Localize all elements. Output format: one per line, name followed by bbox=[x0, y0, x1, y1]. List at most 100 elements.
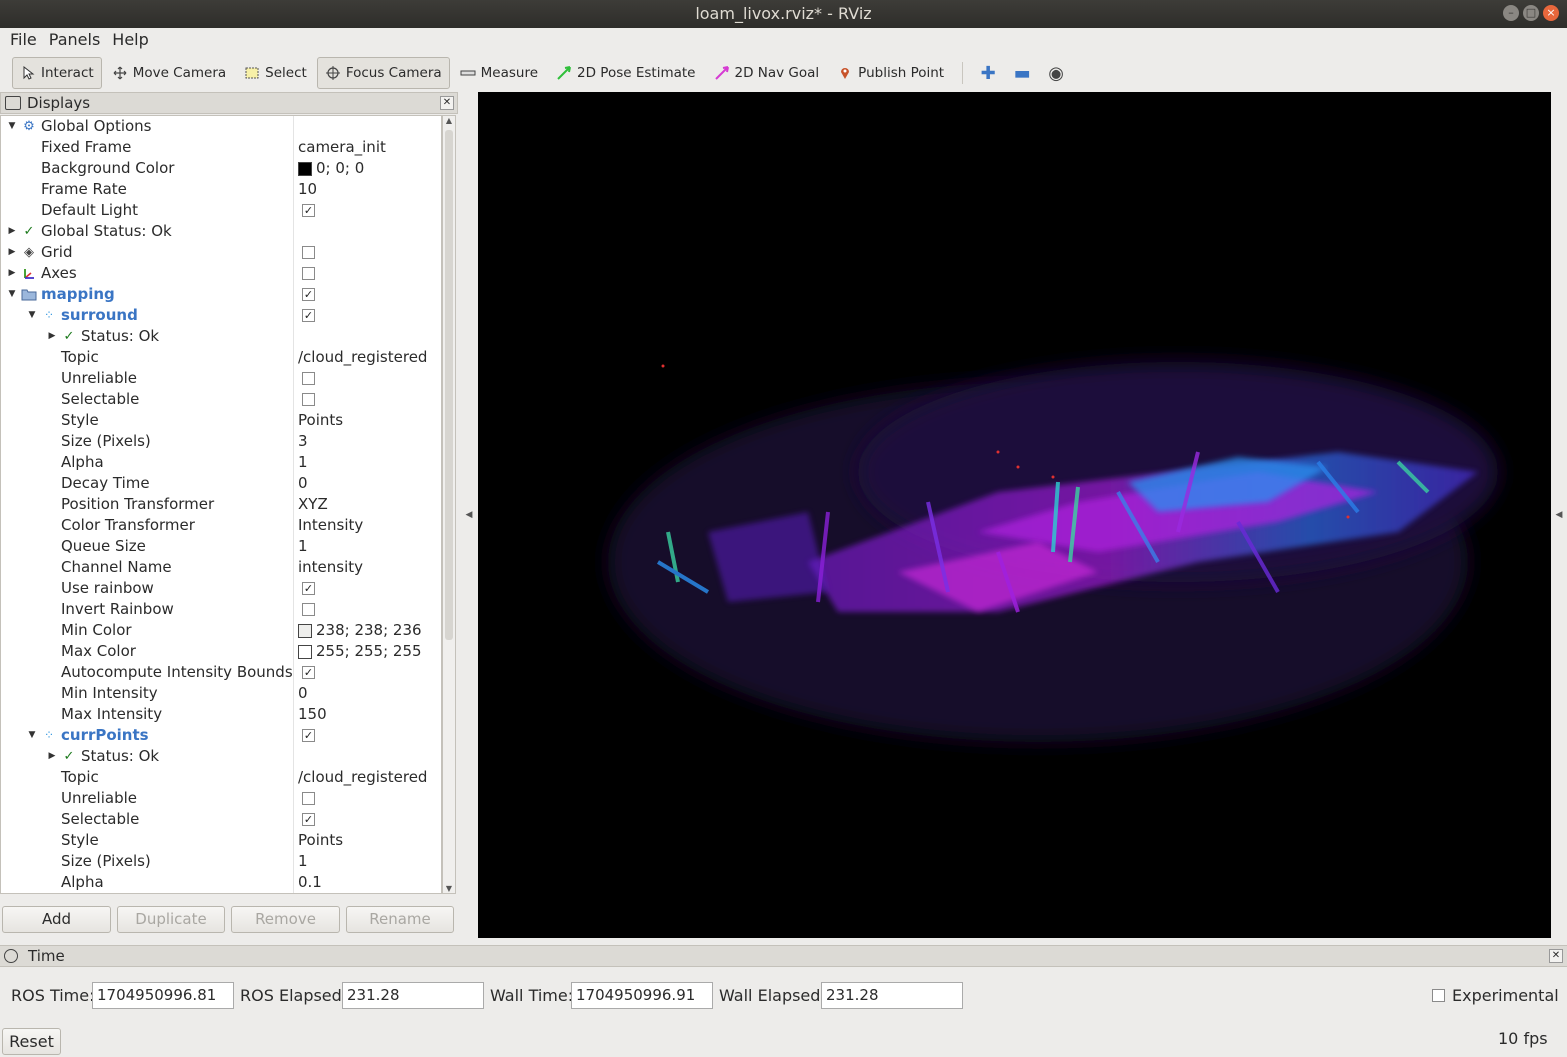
display-row-value[interactable]: ✓ bbox=[293, 662, 441, 683]
display-row-value[interactable]: /cloud_registered bbox=[293, 347, 441, 368]
display-row-value[interactable]: 1 bbox=[293, 452, 441, 473]
display-row-value[interactable]: Intensity bbox=[293, 515, 441, 536]
display-row-value[interactable]: ✓ bbox=[293, 200, 441, 221]
display-row-value[interactable]: intensity bbox=[293, 557, 441, 578]
display-row-value[interactable]: 10 bbox=[293, 179, 441, 200]
tool-2d-pose-estimate[interactable]: 2D Pose Estimate bbox=[548, 57, 703, 89]
checkbox[interactable] bbox=[302, 246, 315, 259]
reset-button[interactable]: Reset bbox=[2, 1028, 61, 1055]
close-icon[interactable]: ✕ bbox=[1549, 949, 1563, 963]
expand-down-icon[interactable]: ▼ bbox=[25, 725, 39, 746]
display-row-value[interactable] bbox=[293, 788, 441, 809]
display-row[interactable]: Size (Pixels) 1 bbox=[1, 851, 441, 872]
display-row-value[interactable]: 1 bbox=[293, 851, 441, 872]
display-row[interactable]: Position Transformer XYZ bbox=[1, 494, 441, 515]
tool-2d-nav-goal[interactable]: 2D Nav Goal bbox=[706, 57, 828, 89]
wall-elapsed-field[interactable]: 231.28 bbox=[821, 982, 963, 1009]
display-row-value[interactable]: 0 bbox=[293, 473, 441, 494]
color-swatch[interactable] bbox=[298, 644, 312, 659]
display-row[interactable]: Color Transformer Intensity bbox=[1, 515, 441, 536]
maximize-icon[interactable]: □ bbox=[1523, 5, 1539, 21]
display-row[interactable]: Unreliable bbox=[1, 788, 441, 809]
display-row-value[interactable]: ✓ bbox=[293, 305, 441, 326]
display-row[interactable]: ▶ ✓ Global Status: Ok bbox=[1, 221, 441, 242]
display-row[interactable]: Queue Size 1 bbox=[1, 536, 441, 557]
experimental-checkbox[interactable]: Experimental bbox=[1432, 986, 1559, 1005]
render-3d-view[interactable] bbox=[478, 92, 1551, 938]
display-row[interactable]: Min Intensity 0 bbox=[1, 683, 441, 704]
display-row-value[interactable]: 255; 255; 255 bbox=[293, 641, 441, 662]
checkbox[interactable]: ✓ bbox=[302, 309, 315, 322]
display-row-value[interactable]: camera_init bbox=[293, 137, 441, 158]
tool-measure[interactable]: Measure bbox=[452, 57, 546, 89]
expand-right-icon[interactable]: ▶ bbox=[5, 221, 19, 242]
tool-select[interactable]: Select bbox=[236, 57, 315, 89]
tool-move-camera[interactable]: Move Camera bbox=[104, 57, 234, 89]
scroll-up-icon[interactable]: ▲ bbox=[443, 116, 455, 125]
tool-interact[interactable]: Interact bbox=[12, 57, 102, 89]
displays-scrollbar[interactable]: ▲ ▼ bbox=[442, 115, 456, 894]
display-row-value[interactable]: 3 bbox=[293, 431, 441, 452]
display-row[interactable]: ▶ ✓ Status: Ok bbox=[1, 326, 441, 347]
display-row-value[interactable]: 0.1 bbox=[293, 872, 441, 893]
checkbox[interactable] bbox=[302, 393, 315, 406]
views-eye-icon[interactable]: ◉ bbox=[1045, 62, 1067, 84]
add-display-button[interactable]: Add bbox=[2, 906, 111, 933]
close-window-icon[interactable]: × bbox=[1543, 5, 1559, 21]
expand-right-icon[interactable]: ▶ bbox=[45, 326, 59, 347]
tool-focus-camera[interactable]: Focus Camera bbox=[316, 57, 450, 89]
display-row[interactable]: Use rainbow ✓ bbox=[1, 578, 441, 599]
remove-display-button[interactable]: Remove bbox=[231, 906, 340, 933]
display-row-value[interactable] bbox=[293, 326, 441, 347]
display-row[interactable]: ▼ mapping ✓ bbox=[1, 284, 441, 305]
checkbox[interactable] bbox=[302, 372, 315, 385]
display-row[interactable]: Max Color 255; 255; 255 bbox=[1, 641, 441, 662]
expand-right-icon[interactable]: ▶ bbox=[45, 746, 59, 767]
scroll-down-icon[interactable]: ▼ bbox=[443, 884, 455, 893]
close-icon[interactable]: ✕ bbox=[440, 96, 454, 110]
display-row-value[interactable]: /cloud_registered bbox=[293, 767, 441, 788]
display-row[interactable]: Alpha 1 bbox=[1, 452, 441, 473]
display-row-value[interactable]: ✓ bbox=[293, 578, 441, 599]
expand-right-icon[interactable]: ▶ bbox=[5, 242, 19, 263]
display-row-value[interactable]: ✓ bbox=[293, 809, 441, 830]
checkbox[interactable]: ✓ bbox=[302, 582, 315, 595]
scrollbar-thumb[interactable] bbox=[445, 130, 453, 640]
collapse-left-icon[interactable]: ◀ bbox=[460, 92, 478, 938]
display-row[interactable]: Background Color 0; 0; 0 bbox=[1, 158, 441, 179]
display-row-value[interactable] bbox=[293, 746, 441, 767]
checkbox[interactable]: ✓ bbox=[302, 813, 315, 826]
display-row[interactable]: ▼ ⁘ currPoints ✓ bbox=[1, 725, 441, 746]
display-row[interactable]: Max Intensity 150 bbox=[1, 704, 441, 725]
display-row-value[interactable]: 0; 0; 0 bbox=[293, 158, 441, 179]
display-row-value[interactable]: Points bbox=[293, 410, 441, 431]
display-row[interactable]: Selectable ✓ bbox=[1, 809, 441, 830]
display-row-value[interactable] bbox=[293, 368, 441, 389]
display-row-value[interactable]: Points bbox=[293, 830, 441, 851]
add-tool-plus-icon[interactable]: ✚ bbox=[977, 62, 999, 84]
display-row-value[interactable] bbox=[293, 116, 441, 137]
menu-panels[interactable]: Panels bbox=[43, 28, 107, 53]
wall-time-field[interactable]: 1704950996.91 bbox=[571, 982, 713, 1009]
display-row-value[interactable]: 0 bbox=[293, 683, 441, 704]
tool-publish-point[interactable]: Publish Point bbox=[829, 57, 952, 89]
display-row[interactable]: Unreliable bbox=[1, 368, 441, 389]
collapse-right-icon[interactable]: ◀ bbox=[1550, 92, 1567, 938]
display-row-value[interactable]: 238; 238; 236 bbox=[293, 620, 441, 641]
display-row[interactable]: Channel Name intensity bbox=[1, 557, 441, 578]
color-swatch[interactable] bbox=[298, 623, 312, 638]
display-row-value[interactable] bbox=[293, 599, 441, 620]
checkbox[interactable]: ✓ bbox=[302, 204, 315, 217]
display-row-value[interactable] bbox=[293, 389, 441, 410]
display-row-value[interactable] bbox=[293, 242, 441, 263]
display-row[interactable]: Style Points bbox=[1, 410, 441, 431]
checkbox[interactable] bbox=[302, 792, 315, 805]
display-row[interactable]: Fixed Frame camera_init bbox=[1, 137, 441, 158]
display-row[interactable]: Selectable bbox=[1, 389, 441, 410]
checkbox[interactable]: ✓ bbox=[302, 729, 315, 742]
display-row-value[interactable]: 1 bbox=[293, 536, 441, 557]
checkbox[interactable]: ✓ bbox=[302, 666, 315, 679]
display-row[interactable]: ▼ ⚙ Global Options bbox=[1, 116, 441, 137]
display-row[interactable]: Invert Rainbow bbox=[1, 599, 441, 620]
menu-file[interactable]: File bbox=[4, 28, 43, 53]
